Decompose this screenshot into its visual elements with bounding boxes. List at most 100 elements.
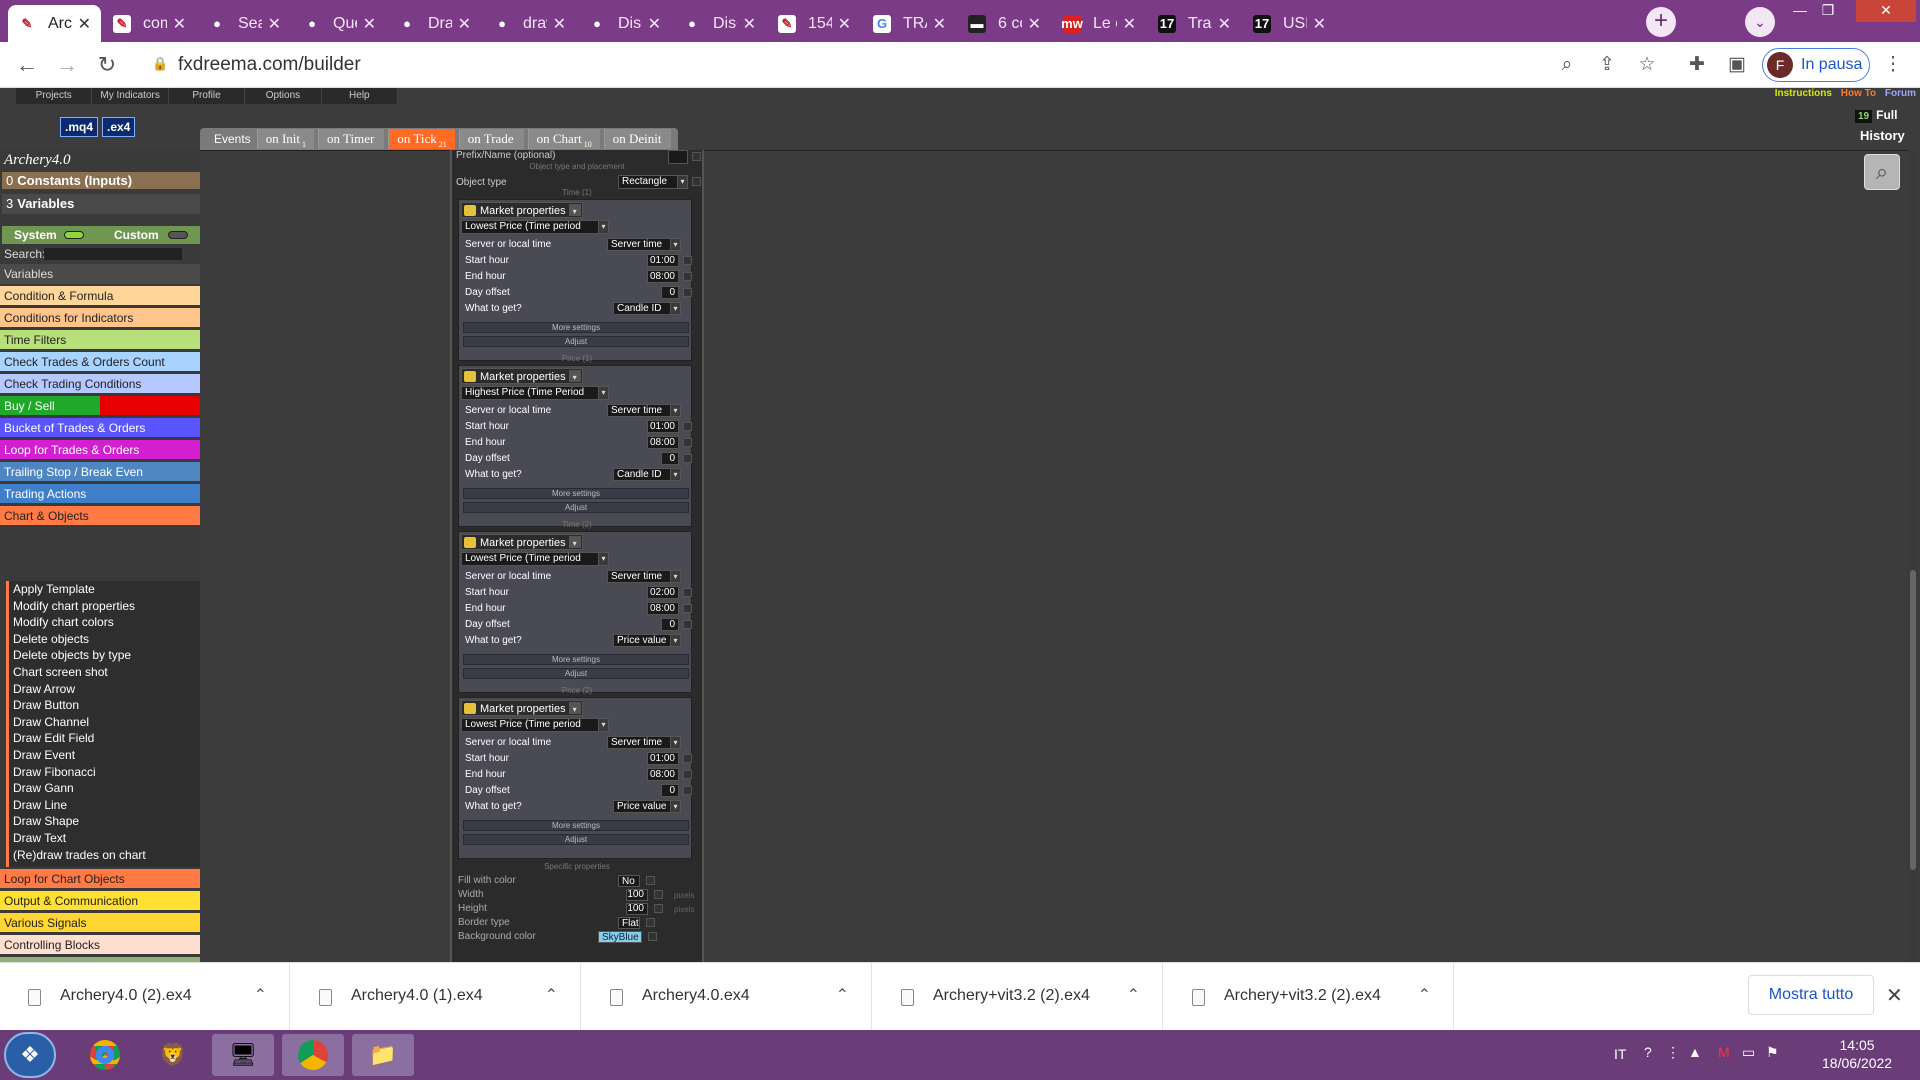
extensions-icon[interactable]: ✚ bbox=[1684, 52, 1710, 78]
export-mq4-button[interactable]: .mq4 bbox=[60, 117, 99, 137]
market-properties-header[interactable]: Market properties ▾ bbox=[461, 534, 583, 550]
browser-tab[interactable]: mw Le co ✕ bbox=[1053, 5, 1146, 42]
more-settings-button[interactable]: More settings bbox=[463, 654, 689, 665]
share-icon[interactable]: ⇪ bbox=[1594, 52, 1620, 78]
start-input[interactable]: 01:00 bbox=[647, 420, 679, 433]
function-select[interactable]: Lowest Price (Time period ▾ bbox=[461, 552, 609, 566]
top-menu-item[interactable]: Projects bbox=[16, 88, 93, 104]
close-icon[interactable]: ✕ bbox=[363, 14, 376, 34]
market-properties-header[interactable]: Market properties ▾ bbox=[461, 700, 583, 716]
lock-icon[interactable]: 🔒 bbox=[152, 56, 168, 72]
scrollbar-thumb[interactable] bbox=[1910, 570, 1916, 870]
adjust-button[interactable]: Adjust bbox=[463, 668, 689, 679]
more-settings-button[interactable]: More settings bbox=[463, 322, 689, 333]
browser-tab[interactable]: ✎ comn ✕ bbox=[103, 5, 196, 42]
tray-expand-icon[interactable]: ▲ bbox=[1688, 1044, 1702, 1060]
close-icon[interactable]: ✕ bbox=[458, 14, 471, 34]
chrome-taskbar-icon[interactable] bbox=[74, 1034, 136, 1076]
checkbox[interactable] bbox=[692, 152, 701, 161]
flag-icon[interactable]: ⚑ bbox=[1766, 1044, 1779, 1061]
chevron-up-icon[interactable]: ⌃ bbox=[545, 985, 558, 1005]
checkbox[interactable] bbox=[683, 454, 692, 463]
side-panel-icon[interactable]: ▣ bbox=[1724, 52, 1750, 78]
forum-link[interactable]: Forum bbox=[1885, 88, 1916, 99]
checkbox[interactable] bbox=[646, 876, 655, 885]
server-select[interactable]: Server time ▾ bbox=[607, 570, 681, 583]
sidebar-category[interactable]: Various Signals bbox=[0, 913, 200, 933]
width-field[interactable]: 100 bbox=[626, 889, 648, 901]
end-input[interactable]: 08:00 bbox=[647, 602, 679, 615]
sidebar-subitem[interactable]: Draw Arrow bbox=[13, 681, 75, 697]
sidebar-subitem[interactable]: Delete objects by type bbox=[13, 647, 131, 663]
download-item[interactable]: Archery4.0 (2).ex4 ⌃ bbox=[0, 963, 290, 1031]
tab-search-icon[interactable]: ⌄ bbox=[1745, 7, 1775, 37]
close-icon[interactable]: ✕ bbox=[1123, 14, 1136, 34]
close-icon[interactable]: ✕ bbox=[933, 14, 946, 34]
sidebar-category[interactable]: Output & Communication bbox=[0, 891, 200, 911]
browser-tab[interactable]: ● Ques ✕ bbox=[293, 5, 386, 42]
sidebar-category[interactable]: Loop for Trades & Orders bbox=[0, 440, 200, 460]
file-explorer-taskbar-icon[interactable]: 📁 bbox=[352, 1034, 414, 1076]
close-icon[interactable]: ✕ bbox=[838, 14, 851, 34]
sidebar-subitem[interactable]: Modify chart colors bbox=[13, 614, 114, 630]
language-indicator[interactable]: IT bbox=[1614, 1046, 1626, 1062]
sidebar-category[interactable]: Buy / Sell bbox=[0, 396, 200, 416]
close-icon[interactable]: ✕ bbox=[648, 14, 661, 34]
close-icon[interactable]: ✕ bbox=[1313, 14, 1326, 34]
checkbox[interactable] bbox=[648, 932, 657, 941]
sidebar-subitem[interactable]: Draw Channel bbox=[13, 714, 89, 730]
sidebar-subitem[interactable]: Draw Text bbox=[13, 830, 66, 846]
market-properties-header[interactable]: Market properties ▾ bbox=[461, 368, 583, 384]
help-icon[interactable]: ? bbox=[1644, 1044, 1652, 1060]
chevron-up-icon[interactable]: ⌃ bbox=[836, 985, 849, 1005]
offset-input[interactable]: 0 bbox=[661, 286, 679, 299]
more-settings-button[interactable]: More settings bbox=[463, 488, 689, 499]
server-select[interactable]: Server time ▾ bbox=[607, 404, 681, 417]
gmail-icon[interactable]: M bbox=[1718, 1044, 1730, 1060]
bg-field[interactable]: SkyBlue bbox=[598, 931, 642, 943]
sidebar-subitem[interactable]: Draw Event bbox=[13, 747, 75, 763]
sidebar-category[interactable]: Trailing Stop / Break Even bbox=[0, 462, 200, 482]
history-button[interactable]: History bbox=[1860, 128, 1905, 143]
chrome-profile-taskbar-icon[interactable] bbox=[282, 1034, 344, 1076]
chevron-up-icon[interactable]: ⌃ bbox=[1127, 985, 1140, 1005]
browser-tab[interactable]: 17 USD/ ✕ bbox=[1243, 5, 1336, 42]
checkbox[interactable] bbox=[646, 918, 655, 927]
what-select[interactable]: Candle ID ▾ bbox=[613, 302, 681, 315]
checkbox[interactable] bbox=[683, 770, 692, 779]
checkbox[interactable] bbox=[683, 256, 692, 265]
browser-tab[interactable]: ✎ 1541(✕ bbox=[768, 5, 861, 42]
what-select[interactable]: Price value ▾ bbox=[613, 800, 681, 813]
top-menu-item[interactable]: Help bbox=[322, 88, 399, 104]
close-icon[interactable]: ✕ bbox=[173, 14, 186, 34]
browser-tab[interactable]: ● draw ✕ bbox=[483, 5, 576, 42]
sidebar-category[interactable]: Controlling Blocks bbox=[0, 935, 200, 955]
server-select[interactable]: Server time ▾ bbox=[607, 736, 681, 749]
checkbox[interactable] bbox=[683, 288, 692, 297]
close-icon[interactable]: ✕ bbox=[1218, 14, 1231, 34]
window-close-icon[interactable]: ✕ bbox=[1856, 0, 1916, 22]
server-select[interactable]: Server time ▾ bbox=[607, 238, 681, 251]
sidebar-category[interactable]: Check Trades & Orders Count bbox=[0, 352, 200, 372]
browser-tab[interactable]: ▬ 6 cop ✕ bbox=[958, 5, 1051, 42]
sidebar-subitem[interactable]: Draw Fibonacci bbox=[13, 764, 96, 780]
close-icon[interactable]: ✕ bbox=[553, 14, 566, 34]
checkbox[interactable] bbox=[683, 272, 692, 281]
forward-icon[interactable]: → bbox=[54, 52, 80, 78]
browser-tab[interactable]: ● Searc ✕ bbox=[198, 5, 291, 42]
end-input[interactable]: 08:00 bbox=[647, 270, 679, 283]
end-input[interactable]: 08:00 bbox=[647, 768, 679, 781]
offset-input[interactable]: 0 bbox=[661, 784, 679, 797]
checkbox[interactable] bbox=[654, 904, 663, 913]
zoom-icon[interactable]: ⌕ bbox=[1554, 52, 1580, 78]
close-icon[interactable]: ✕ bbox=[268, 14, 281, 34]
checkbox[interactable] bbox=[683, 604, 692, 613]
custom-toggle[interactable] bbox=[168, 231, 188, 239]
bookmark-star-icon[interactable]: ☆ bbox=[1634, 52, 1660, 78]
height-field[interactable]: 100 bbox=[626, 903, 648, 915]
sidebar-subitem[interactable]: Draw Shape bbox=[13, 813, 79, 829]
start-input[interactable]: 02:00 bbox=[647, 586, 679, 599]
event-tab[interactable]: on Init 1 bbox=[256, 129, 314, 149]
browser-tab[interactable]: 17 Tradi ✕ bbox=[1148, 5, 1241, 42]
function-select[interactable]: Lowest Price (Time period ▾ bbox=[461, 718, 609, 732]
